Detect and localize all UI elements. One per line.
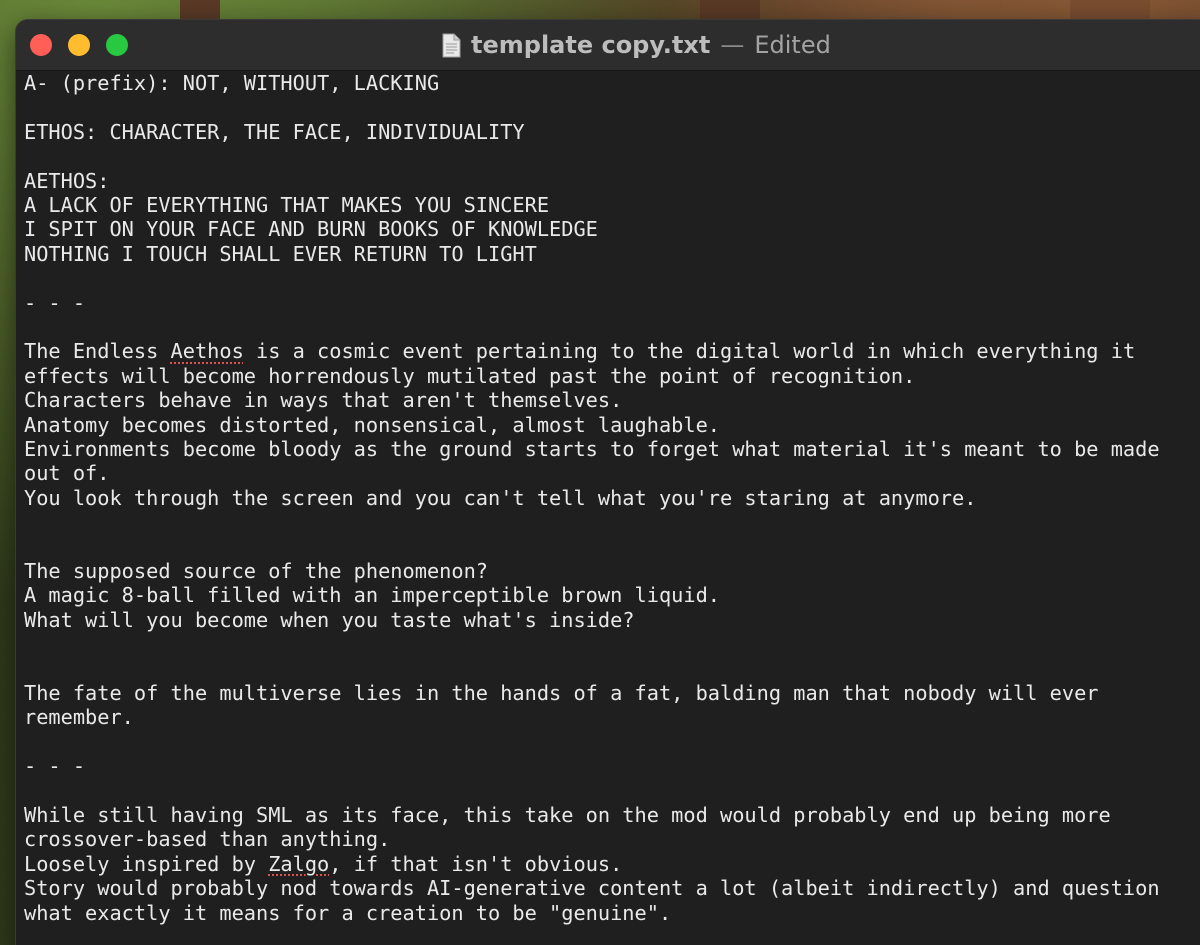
text-line: A magic 8-ball filled with an impercepti…	[24, 583, 1200, 607]
text-line: The supposed source of the phenomenon?	[24, 559, 1200, 583]
text-segment: out of.	[24, 461, 110, 486]
text-segment: The Endless	[24, 339, 171, 364]
text-editor[interactable]: A- (prefix): NOT, WITHOUT, LACKING ETHOS:…	[16, 71, 1200, 945]
textedit-window: template copy.txt — Edited A- (prefix): …	[16, 20, 1200, 945]
text-segment: Story would probably nod towards AI-gene…	[24, 876, 1160, 901]
text-line: A LACK OF EVERYTHING THAT MAKES YOU SINC…	[24, 193, 1200, 217]
text-line: - - -	[24, 754, 1200, 778]
text-segment: Anatomy becomes distorted, nonsensical, …	[24, 412, 720, 437]
text-segment: I SPIT ON YOUR FACE AND BURN BOOKS OF KN…	[24, 217, 598, 242]
text-line: Story would probably nod towards AI-gene…	[24, 876, 1200, 900]
document-text[interactable]: A- (prefix): NOT, WITHOUT, LACKING ETHOS:…	[16, 71, 1200, 925]
window-title: template copy.txt — Edited	[441, 20, 831, 70]
zoom-button[interactable]	[106, 34, 128, 56]
text-line: I SPIT ON YOUR FACE AND BURN BOOKS OF KN…	[24, 217, 1200, 241]
text-segment: A- (prefix): NOT, WITHOUT, LACKING	[24, 71, 440, 95]
text-line: crossover-based than anything.	[24, 827, 1200, 851]
text-segment: - - -	[24, 754, 86, 779]
text-line: You look through the screen and you can'…	[24, 486, 1200, 510]
misspelled-word: Aethos	[170, 339, 244, 364]
text-segment: Environments become bloody as the ground…	[24, 437, 1160, 462]
text-segment: The supposed source of the phenomenon?	[24, 559, 488, 584]
text-segment: A LACK OF EVERYTHING THAT MAKES YOU SINC…	[24, 193, 550, 217]
text-line: out of.	[24, 461, 1200, 485]
text-segment: Characters behave in ways that aren't th…	[24, 388, 623, 413]
text-segment: NOTHING I TOUCH SHALL EVER RETURN TO LIG…	[24, 241, 537, 266]
title-bar[interactable]: template copy.txt — Edited	[16, 20, 1200, 71]
text-line: what exactly it means for a creation to …	[24, 901, 1200, 925]
text-line: - - -	[24, 291, 1200, 315]
close-button[interactable]	[30, 34, 52, 56]
text-line: Loosely inspired by Zalgo, if that isn't…	[24, 852, 1200, 876]
document-status: Edited	[754, 31, 831, 59]
text-line: ETHOS: CHARACTER, THE FACE, INDIVIDUALIT…	[24, 120, 1200, 144]
minimize-button[interactable]	[68, 34, 90, 56]
text-segment: - - -	[24, 290, 86, 315]
text-line: What will you become when you taste what…	[24, 608, 1200, 632]
text-line: The Endless Aethos is a cosmic event per…	[24, 339, 1200, 363]
text-segment: what exactly it means for a creation to …	[24, 900, 672, 925]
text-segment: , if that isn't obvious.	[329, 851, 623, 876]
text-segment: What will you become when you taste what…	[24, 607, 635, 632]
misspelled-word: Zalgo	[268, 851, 330, 876]
text-segment: The fate of the multiverse lies in the h…	[24, 681, 1099, 706]
text-segment: AETHOS:	[24, 168, 110, 193]
text-line: Anatomy becomes distorted, nonsensical, …	[24, 413, 1200, 437]
text-segment: Loosely inspired by	[24, 851, 269, 876]
document-icon[interactable]	[441, 33, 461, 58]
text-line: effects will become horrendously mutilat…	[24, 364, 1200, 388]
text-line: NOTHING I TOUCH SHALL EVER RETURN TO LIG…	[24, 242, 1200, 266]
text-line: The fate of the multiverse lies in the h…	[24, 681, 1200, 705]
text-line: While still having SML as its face, this…	[24, 803, 1200, 827]
text-line: Environments become bloody as the ground…	[24, 437, 1200, 461]
text-segment: You look through the screen and you can'…	[24, 485, 977, 510]
text-segment: While still having SML as its face, this…	[24, 803, 1111, 828]
text-segment: crossover-based than anything.	[24, 827, 391, 852]
window-controls	[30, 34, 128, 56]
text-segment: is a cosmic event pertaining to the digi…	[243, 339, 1136, 364]
text-segment: effects will become horrendously mutilat…	[24, 363, 916, 388]
text-segment: ETHOS: CHARACTER, THE FACE, INDIVIDUALIT…	[24, 119, 525, 144]
text-segment: A magic 8-ball filled with an impercepti…	[24, 583, 720, 608]
text-line: AETHOS:	[24, 169, 1200, 193]
text-segment: remember.	[24, 705, 134, 730]
window-filename: template copy.txt	[471, 31, 711, 59]
text-line: remember.	[24, 705, 1200, 729]
text-line: Characters behave in ways that aren't th…	[24, 388, 1200, 412]
title-separator: —	[720, 31, 745, 59]
text-line: A- (prefix): NOT, WITHOUT, LACKING	[24, 71, 1200, 95]
